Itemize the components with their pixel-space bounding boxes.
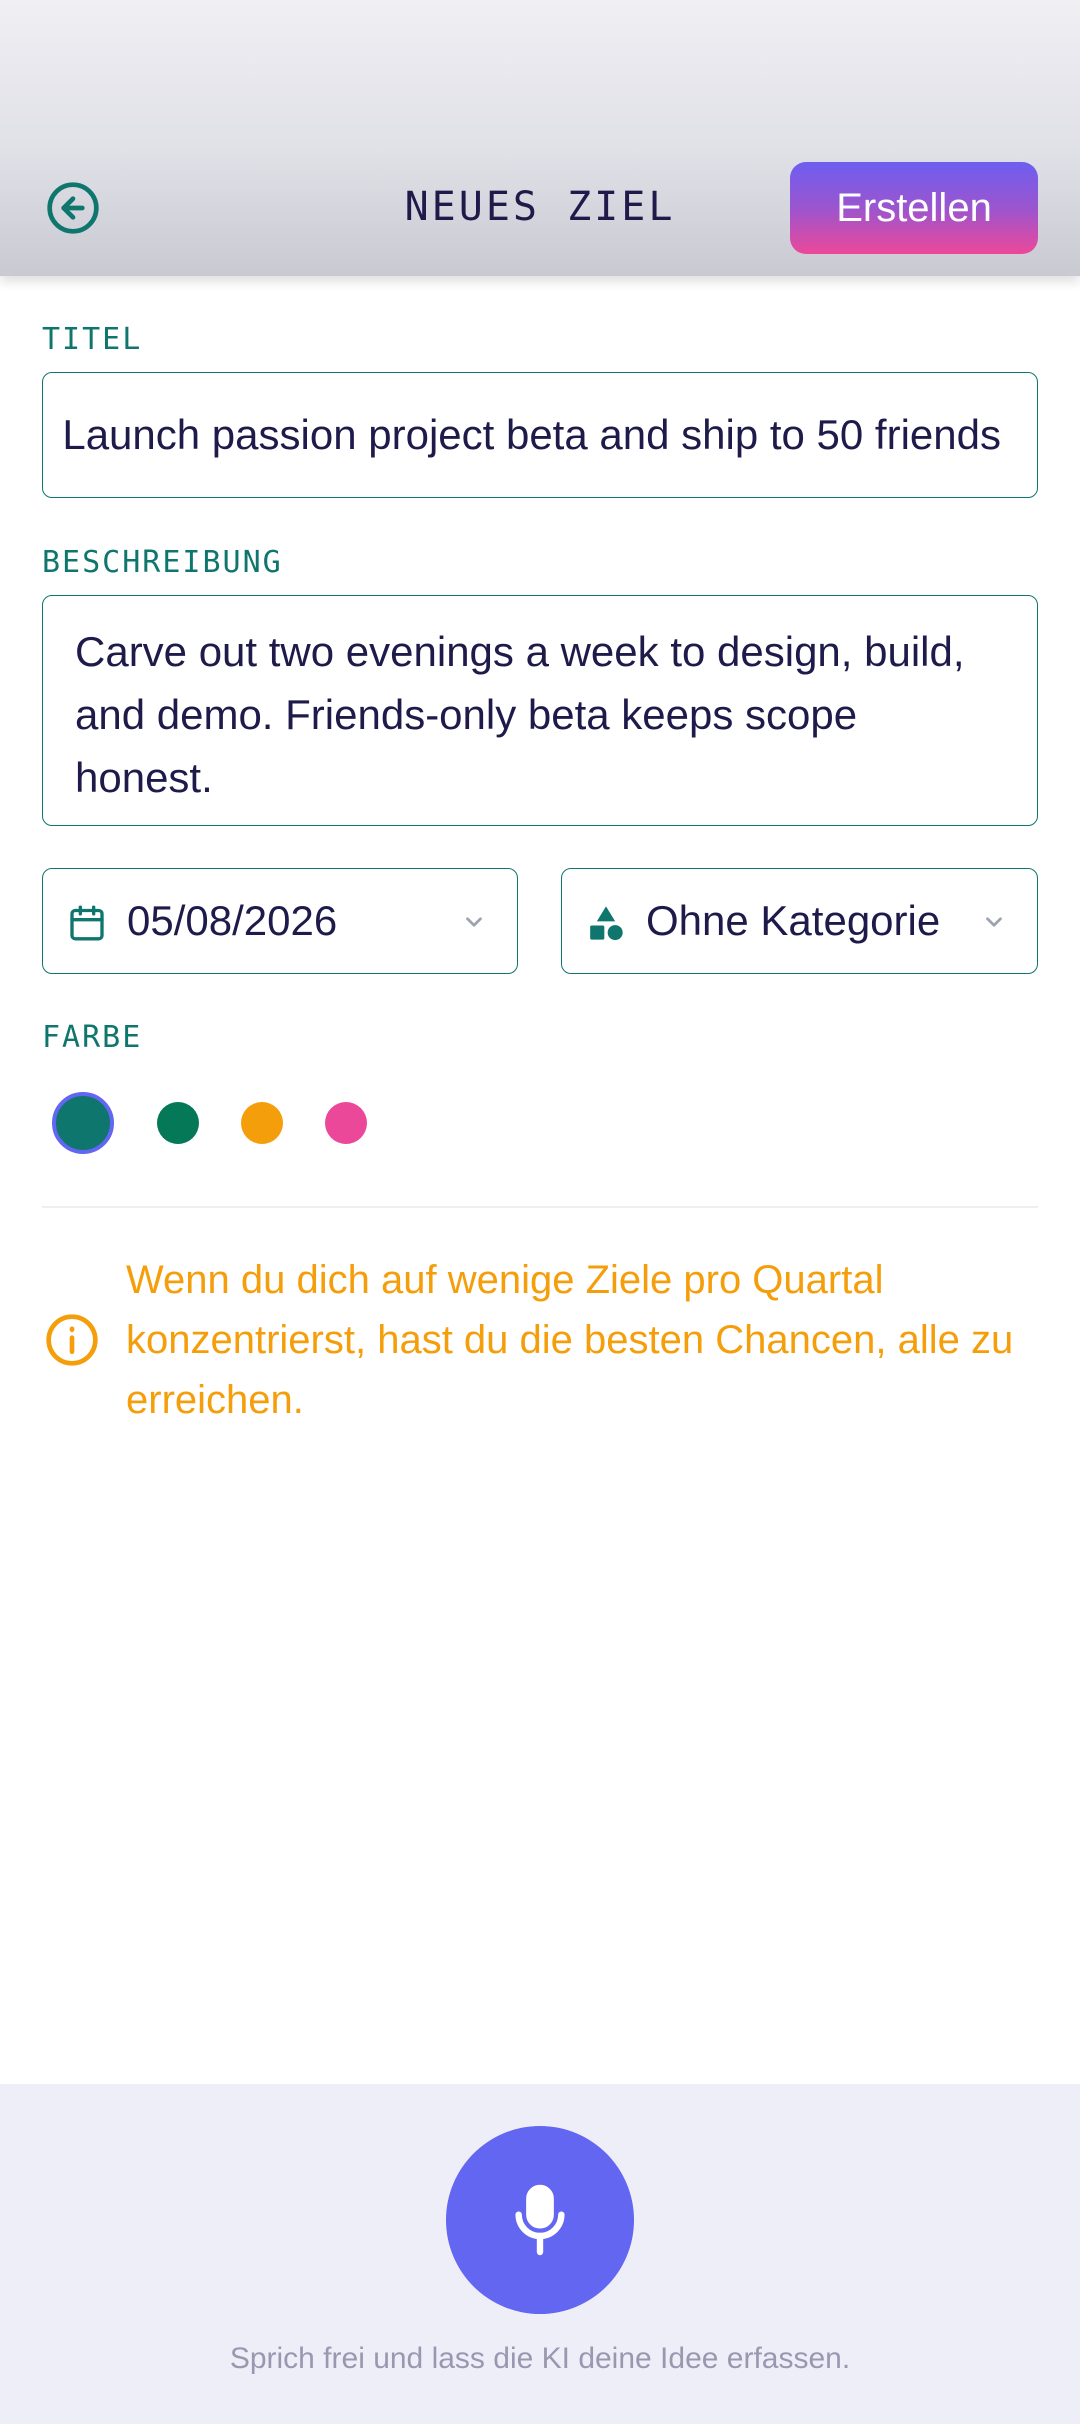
date-value: 05/08/2026 (127, 897, 338, 944)
title-value: Launch passion project beta and ship to … (62, 411, 1001, 458)
category-select[interactable]: Ohne Kategorie (561, 868, 1038, 974)
category-value: Ohne Kategorie (646, 897, 941, 944)
info-text: Wenn du dich auf wenige Ziele pro Quarta… (126, 1258, 1014, 1422)
divider (42, 1206, 1038, 1208)
microphone-icon (515, 2184, 565, 2256)
create-button[interactable]: Erstellen (790, 162, 1038, 254)
color-swatch-teal[interactable] (52, 1092, 114, 1154)
shapes-icon (590, 906, 623, 941)
color-swatch-amber[interactable] (241, 1102, 283, 1144)
color-swatch-green[interactable] (157, 1102, 199, 1144)
title-label: TITEL (42, 322, 143, 357)
arrow-left-circle-icon (47, 182, 99, 234)
back-button[interactable] (42, 177, 104, 239)
calendar-icon (70, 905, 104, 941)
description-label: BESCHREIBUNG (42, 545, 283, 580)
description-value: Carve out two evenings a week to design,… (75, 628, 965, 801)
chevron-down-icon (466, 917, 482, 927)
title-field[interactable]: Launch passion project beta and ship to … (42, 372, 1038, 498)
chevron-down-icon (986, 917, 1002, 927)
description-field[interactable]: Carve out two evenings a week to design,… (42, 595, 1038, 826)
voice-hint: Sprich frei und lass die KI deine Idee e… (229, 2342, 851, 2375)
color-label: FARBE (42, 1020, 143, 1055)
color-swatch-pink[interactable] (325, 1102, 367, 1144)
microphone-button[interactable] (446, 2126, 634, 2314)
info-icon (46, 1314, 98, 1366)
app-header: NEUES ZIEL Erstellen (0, 0, 1080, 276)
date-select[interactable]: 05/08/2026 (42, 868, 518, 974)
